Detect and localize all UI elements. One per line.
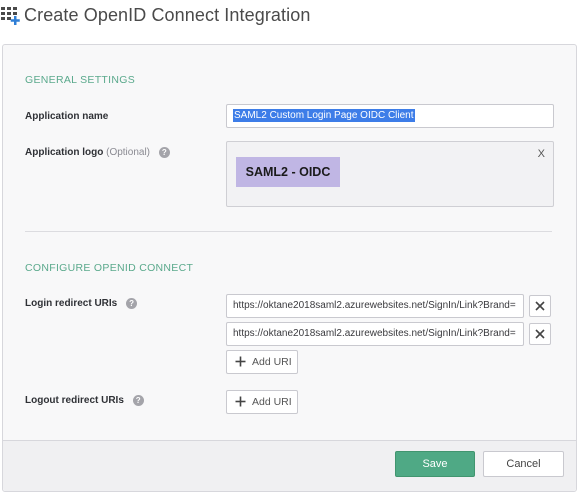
logo-preview: SAML2 - OIDC — [236, 157, 340, 187]
remove-logo-button[interactable]: X — [538, 148, 545, 160]
page-header: Create OpenID Connect Integration — [0, 0, 582, 38]
remove-uri-button[interactable] — [529, 295, 551, 317]
remove-uri-button[interactable] — [529, 323, 551, 345]
logout-redirect-label-text: Logout redirect URIs — [25, 395, 124, 407]
login-redirect-label: Login redirect URIs ? — [25, 298, 138, 310]
save-button[interactable]: Save — [395, 451, 475, 477]
help-icon[interactable]: ? — [132, 395, 144, 406]
add-logout-uri-button[interactable]: Add URI — [226, 390, 298, 414]
add-uri-label: Add URI — [252, 356, 292, 368]
application-name-input[interactable]: SAML2 Custom Login Page OIDC Client — [226, 104, 554, 128]
login-redirect-uri-input[interactable]: https://oktane2018saml2.azurewebsites.ne… — [226, 294, 524, 318]
application-logo-label: Application logo (Optional) ? — [25, 147, 170, 158]
application-logo-label-text: Application logo — [25, 147, 104, 159]
cancel-button[interactable]: Cancel — [483, 451, 564, 477]
form-footer: Save Cancel — [3, 440, 576, 491]
close-icon — [535, 301, 545, 311]
add-login-uri-button[interactable]: Add URI — [226, 350, 298, 374]
application-logo-dropzone[interactable]: SAML2 - OIDC X — [226, 141, 554, 207]
application-name-label: Application name — [25, 111, 109, 122]
login-redirect-label-text: Login redirect URIs — [25, 298, 118, 310]
optional-hint: (Optional) — [106, 147, 151, 159]
plus-icon — [235, 396, 246, 407]
plus-icon — [235, 356, 246, 367]
login-redirect-uri-input[interactable]: https://oktane2018saml2.azurewebsites.ne… — [226, 322, 524, 346]
configure-oidc-title: CONFIGURE OPENID CONNECT — [25, 262, 194, 274]
general-settings-title: GENERAL SETTINGS — [25, 74, 136, 86]
section-divider — [25, 231, 552, 232]
page-title: Create OpenID Connect Integration — [24, 5, 311, 25]
help-icon[interactable]: ? — [158, 147, 170, 158]
close-icon — [535, 329, 545, 339]
help-icon[interactable]: ? — [126, 298, 138, 309]
app-grid-add-icon — [0, 6, 22, 26]
application-name-value: SAML2 Custom Login Page OIDC Client — [233, 109, 415, 122]
integration-form-panel: GENERAL SETTINGS Application name SAML2 … — [2, 44, 577, 492]
add-uri-label: Add URI — [252, 396, 292, 408]
logout-redirect-label: Logout redirect URIs ? — [25, 395, 144, 406]
